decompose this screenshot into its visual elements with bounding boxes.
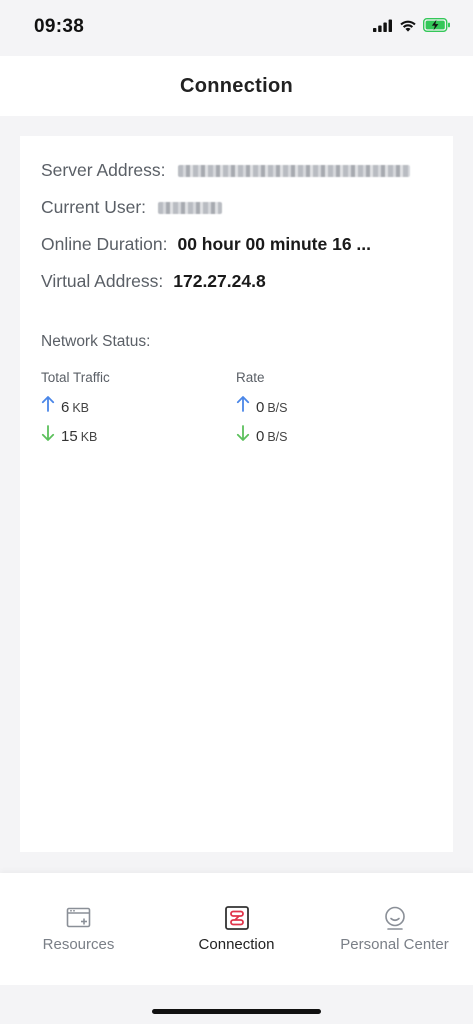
cellular-signal-icon: [373, 19, 392, 32]
current-user-label: Current User:: [41, 197, 147, 217]
current-user-value-redacted: [158, 201, 223, 214]
server-address-row: Server Address:: [41, 160, 410, 181]
traffic-download-value: 15: [61, 428, 78, 445]
tab-resources[interactable]: Resources: [0, 873, 157, 985]
server-address-label: Server Address:: [41, 160, 166, 180]
traffic-download-unit: KB: [80, 430, 98, 444]
online-duration-value: 00 hour 00 minute 16 ...: [177, 234, 372, 254]
tab-connection[interactable]: Connection: [158, 873, 315, 985]
tab-personal-center-label: Personal Center: [340, 936, 449, 953]
arrow-up-icon: [236, 396, 250, 412]
server-address-value-redacted: [177, 164, 410, 177]
smiley-user-icon: [384, 906, 405, 930]
rate-download-unit: B/S: [267, 430, 288, 444]
virtual-address-value: 172.27.24.8: [173, 271, 266, 291]
virtual-address-row: Virtual Address: 172.27.24.8: [41, 271, 266, 292]
arrow-down-icon: [41, 425, 55, 441]
traffic-upload-metric: 6 KB: [41, 396, 89, 416]
page-title: Connection: [180, 74, 293, 97]
status-icons: [373, 18, 451, 32]
rate-upload-unit: B/S: [267, 401, 288, 415]
virtual-address-label: Virtual Address:: [41, 271, 164, 291]
arrow-down-icon: [236, 425, 250, 441]
total-traffic-label: Total Traffic: [41, 370, 110, 385]
tab-resources-label: Resources: [42, 936, 115, 953]
rate-upload-value: 0: [256, 399, 265, 416]
status-bar: 09:38: [0, 0, 473, 56]
rate-download-value: 0: [256, 428, 265, 445]
arrow-up-icon: [41, 396, 55, 412]
traffic-upload-unit: KB: [72, 401, 90, 415]
rate-download-metric: 0 B/S: [236, 425, 288, 445]
network-status-title: Network Status:: [41, 333, 151, 350]
online-duration-label: Online Duration:: [41, 234, 168, 254]
traffic-upload-value: 6: [61, 399, 70, 416]
bottom-safe-area: [0, 985, 473, 1024]
home-indicator[interactable]: [152, 1009, 321, 1014]
connection-icon: [224, 906, 249, 930]
traffic-download-metric: 15 KB: [41, 425, 97, 445]
bottom-tab-bar: Resources Connection Personal Center: [0, 873, 473, 985]
online-duration-row: Online Duration: 00 hour 00 minute 16 ..…: [41, 234, 371, 255]
current-user-row: Current User:: [41, 197, 223, 218]
rate-upload-metric: 0 B/S: [236, 396, 288, 416]
connection-info-card: Server Address: Current User: Online Dur…: [20, 136, 453, 852]
tab-connection-label: Connection: [198, 936, 275, 953]
rate-label: Rate: [236, 370, 265, 385]
tab-personal-center[interactable]: Personal Center: [316, 873, 473, 985]
wifi-icon: [400, 20, 416, 32]
browser-plus-icon: [66, 907, 90, 928]
page-header: Connection: [0, 56, 473, 116]
status-time: 09:38: [34, 16, 85, 37]
battery-charging-icon: [423, 18, 450, 32]
